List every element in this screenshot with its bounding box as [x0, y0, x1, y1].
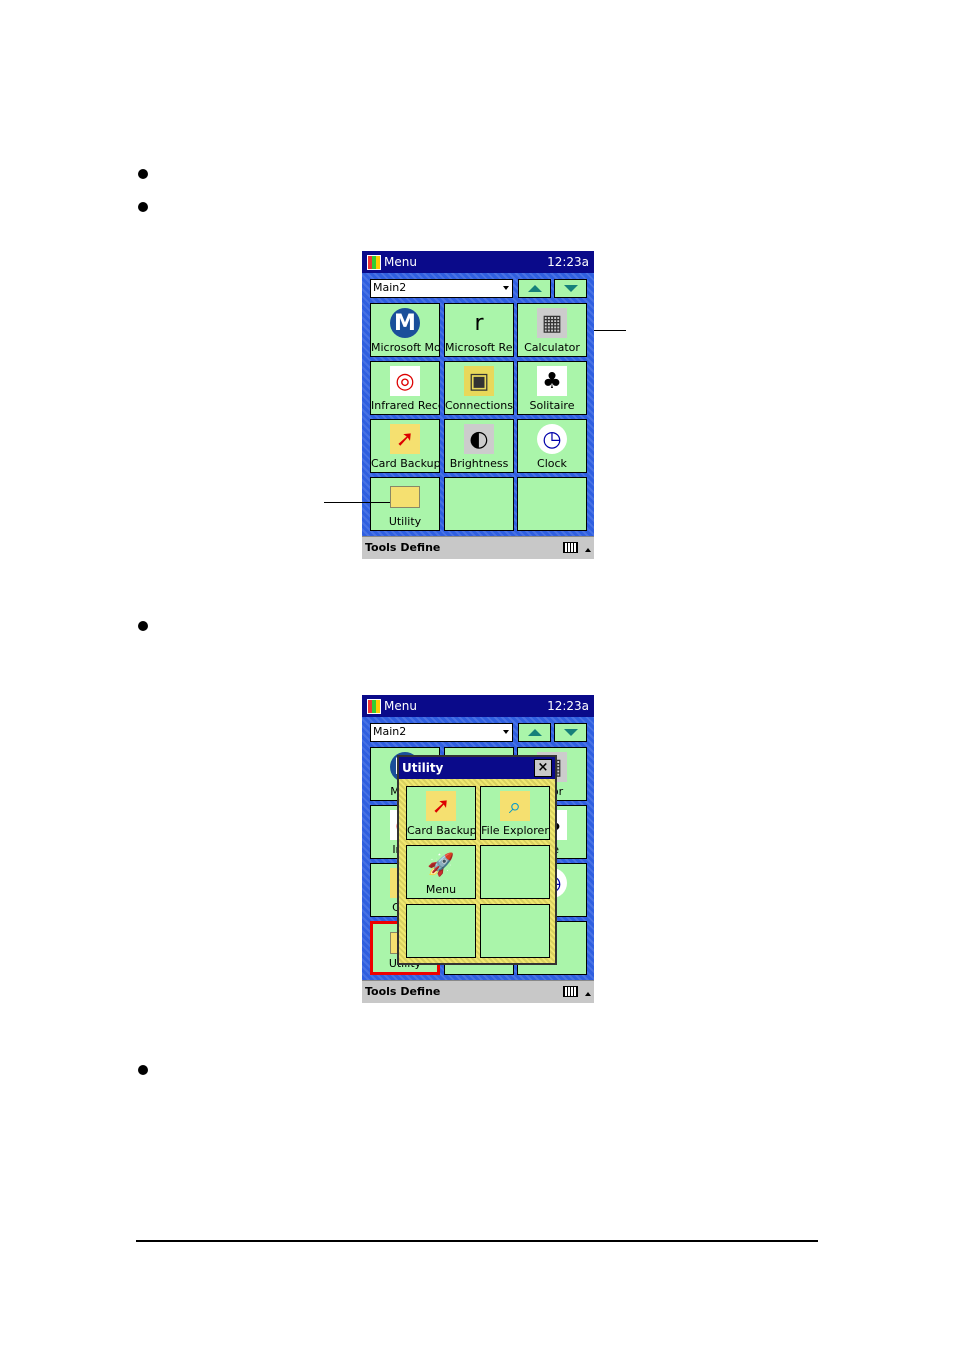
app-label: Infrared Rece: [371, 399, 440, 412]
app-solitaire[interactable]: ♣ Solitaire: [517, 361, 587, 415]
reader-icon: r: [474, 310, 484, 336]
define-menu[interactable]: Define: [400, 541, 440, 554]
clock-icon: ◷: [537, 424, 567, 454]
title-bar: Menu 12:23a: [362, 251, 594, 273]
app-label: Connections: [445, 399, 513, 412]
bullet: [138, 169, 148, 179]
up-arrow-icon: [528, 729, 542, 736]
app-menu[interactable]: 🚀 Menu: [406, 845, 476, 899]
input-panel-arrow-icon[interactable]: [585, 989, 591, 996]
scroll-up-button[interactable]: [518, 723, 551, 742]
up-arrow-icon: [528, 285, 542, 292]
app-microsoft-rea[interactable]: r Microsoft Rea: [444, 303, 514, 357]
bullet: [138, 202, 148, 212]
app-microsoft-mo[interactable]: M Microsoft Mo: [370, 303, 440, 357]
app-card-backup[interactable]: ➚ Card Backup: [406, 786, 476, 840]
bullet: [138, 621, 148, 631]
popup-title-bar: Utility ×: [399, 757, 555, 779]
app-utility[interactable]: Utility: [370, 477, 440, 531]
empty-slot[interactable]: [480, 904, 550, 958]
app-label: Utility: [388, 515, 422, 528]
window-title: Menu: [384, 699, 417, 713]
infrared-icon: ◎: [390, 366, 420, 396]
empty-slot[interactable]: [517, 477, 587, 531]
app-file-explorer[interactable]: ⌕ File Explorer: [480, 786, 550, 840]
close-button[interactable]: ×: [534, 759, 552, 777]
scroll-down-button[interactable]: [554, 279, 587, 298]
popup-title: Utility: [402, 761, 444, 775]
screenshot-menu-utility-open: Menu12:23a Main2 Tools DefineMMicror▦ato…: [362, 695, 594, 1003]
dropdown-value: Main2: [373, 281, 407, 294]
keyboard-icon[interactable]: [563, 542, 578, 553]
rocket-icon: 🚀: [427, 852, 455, 878]
money-icon: M: [390, 308, 420, 338]
file-explorer-icon: ⌕: [500, 791, 530, 821]
down-arrow-icon: [564, 285, 578, 292]
clock-time[interactable]: 12:23a: [547, 699, 589, 713]
down-arrow-icon: [564, 729, 578, 736]
app-label: Card Backup: [407, 824, 476, 837]
app-label: Calculator: [524, 341, 580, 354]
keyboard-icon[interactable]: [563, 986, 578, 997]
title-bar: Menu 12:23a: [362, 695, 594, 717]
utility-popup: Utility × ➚ Card Backup ⌕ File Explorer 🚀 Menu: [397, 755, 557, 965]
group-dropdown[interactable]: Main2: [370, 279, 513, 298]
empty-slot[interactable]: [444, 477, 514, 531]
app-label: Microsoft Rea: [445, 341, 514, 354]
app-label: File Explorer: [481, 824, 549, 837]
callout-line-calculator: [590, 330, 626, 331]
menu-bar: Tools Define: [362, 980, 594, 1003]
app-label: Microsoft Mo: [371, 341, 440, 354]
app-brightness[interactable]: ◐ Brightness: [444, 419, 514, 473]
solitaire-icon: ♣: [537, 366, 567, 396]
empty-slot[interactable]: [480, 845, 550, 899]
app-label: Card Backup: [371, 457, 440, 470]
start-icon[interactable]: [367, 254, 381, 270]
callout-line-utility: [324, 502, 390, 503]
app-label: Solitaire: [529, 399, 575, 412]
app-card-backup[interactable]: ➚ Card Backup: [370, 419, 440, 473]
clock-time[interactable]: 12:23a: [547, 255, 589, 269]
calculator-icon: ▦: [537, 308, 567, 338]
window-title: Menu: [384, 255, 417, 269]
dropdown-value: Main2: [373, 725, 407, 738]
bullet: [138, 1065, 148, 1075]
footer-rule: [136, 1240, 818, 1242]
scroll-up-button[interactable]: [518, 279, 551, 298]
tools-menu[interactable]: Tools: [365, 541, 396, 554]
app-connections[interactable]: ▣ Connections: [444, 361, 514, 415]
app-label: Menu: [425, 883, 457, 896]
screenshot-menu: Menu 12:23a Main2 Tools Define M Microsoft …: [362, 251, 594, 559]
brightness-icon: ◐: [464, 424, 494, 454]
tools-menu[interactable]: Tools: [365, 985, 396, 998]
connections-icon: ▣: [464, 366, 494, 396]
dropdown-arrow-icon: [503, 286, 509, 293]
input-panel-arrow-icon[interactable]: [585, 545, 591, 552]
menu-bar: Tools Define: [362, 536, 594, 559]
app-label: Clock: [537, 457, 567, 470]
define-menu[interactable]: Define: [400, 985, 440, 998]
app-infrared-rece[interactable]: ◎ Infrared Rece: [370, 361, 440, 415]
group-dropdown[interactable]: Main2: [370, 723, 513, 742]
scroll-down-button[interactable]: [554, 723, 587, 742]
app-clock[interactable]: ◷ Clock: [517, 419, 587, 473]
dropdown-arrow-icon: [503, 730, 509, 737]
card-backup-icon: ➚: [390, 424, 420, 454]
app-calculator[interactable]: ▦ Calculator: [517, 303, 587, 357]
folder-icon: [390, 486, 420, 508]
start-icon[interactable]: [367, 698, 381, 714]
empty-slot[interactable]: [406, 904, 476, 958]
card-backup-icon: ➚: [426, 791, 456, 821]
app-label: Brightness: [449, 457, 509, 470]
